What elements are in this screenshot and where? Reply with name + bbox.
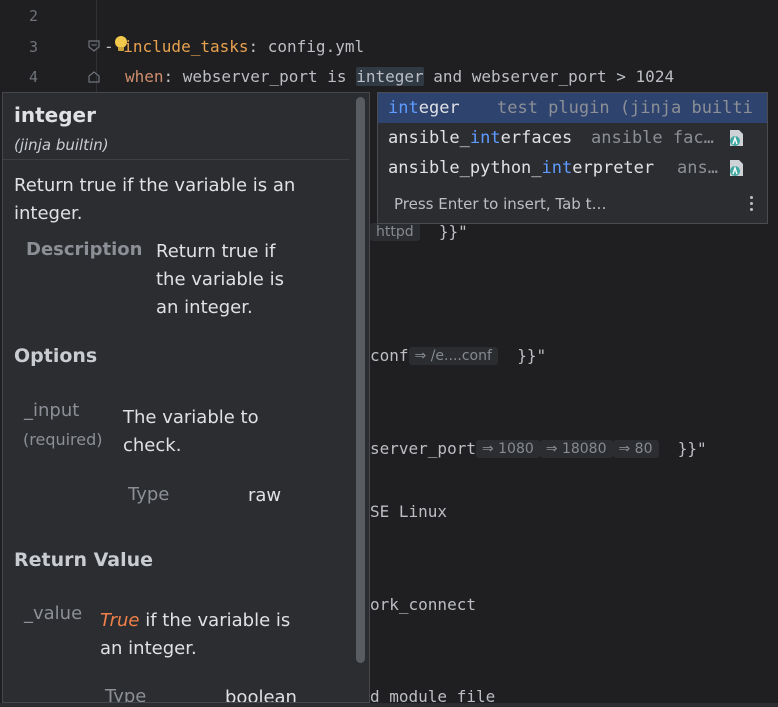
yaml-key: include_tasks [123,37,249,56]
yaml-colon: : [163,67,183,86]
return-description: an integer. [100,638,197,659]
return-heading: Return Value [14,549,154,571]
completion-item[interactable]: ansible_python_interpreter ans… [378,153,767,183]
option-description: The variable to [123,407,259,428]
line-number: 3 [28,38,38,56]
ansible-icon [730,130,743,146]
fold-end-icon[interactable] [88,71,100,83]
inlay-hint: ⇒ 18080 [539,440,613,458]
inlay-hint: ⇒ 1080 [475,440,540,458]
description-text: an integer. [156,297,253,318]
doc-scrollbar[interactable] [356,97,365,663]
option-required: (required) [23,430,103,449]
completion-popup[interactable]: integer test plugin (jinja builti ansibl… [377,92,768,224]
doc-summary: integer. [14,203,83,224]
code-text: }}" [438,222,468,241]
doc-summary: Return true if the variable is an [14,175,296,196]
option-description: check. [123,435,182,456]
code-line-3: - include_tasks: config.yml [104,37,364,57]
completion-item-name: ansible_python_interpreter [388,158,655,178]
option-name: _input [24,400,80,421]
description-label: Description [26,239,143,260]
code-text: }}" [677,439,707,458]
line-number: 2 [28,7,38,25]
code-text: and webserver_port > 1024 [423,67,675,86]
completion-item-type: ans… [677,158,718,178]
description-text: Return true if [156,241,276,262]
return-text: if the variable is [139,610,291,631]
type-label: Type [128,484,170,505]
description-text: the variable is [156,269,284,290]
code-text: server_port [370,439,476,458]
completion-footer: Press Enter to insert, Tab t… [394,195,607,213]
doc-subtitle: (jinja builtin) [14,136,109,154]
true-literal: True [100,610,140,631]
ansible-icon [730,160,743,176]
code-text: webserver_port is [182,67,357,86]
code-fragment: conf ⇒ /e....conf }}" [370,346,546,366]
completion-item[interactable]: integer test plugin (jinja builti [378,93,767,123]
doc-title: integer [14,103,96,127]
completion-item[interactable]: ansible_interfaces ansible fac… [378,123,767,153]
fold-marker-icon[interactable] [88,40,100,52]
code-line-4: when: webserver_port is integer and webs… [125,67,674,87]
yaml-colon: : [248,37,268,56]
completion-item-type: test plugin (jinja builti [497,98,753,118]
code-fragment: SE Linux [370,502,448,521]
return-description: True if the variable is [100,607,290,635]
inlay-hint: ⇒ /e....conf [408,347,498,365]
code-fragment: d module file [370,687,496,706]
code-text: }}" [517,346,547,365]
inlay-hint: ⇒ 80 [612,440,659,458]
yaml-dash: - [104,37,124,56]
code-fragment: server_port ⇒ 1080 ⇒ 18080 ⇒ 80 }}" [370,439,707,459]
return-type-value: boolean [225,687,297,703]
return-name: _value [24,603,83,624]
completion-item-type: ansible fac… [591,128,714,148]
more-options-icon[interactable] [748,194,754,214]
completion-item-name: ansible_interfaces [388,128,573,148]
code-fragment: ork_connect [370,595,476,614]
divider [3,159,349,160]
return-type-label: Type [105,686,147,703]
code-fragment: httpd }}" [370,222,468,242]
line-number: 4 [28,68,38,86]
highlighted-word: integer [356,67,424,86]
type-value: raw [248,485,282,506]
yaml-value: config.yml [267,37,365,56]
code-text: conf [370,346,409,365]
yaml-key: when [125,67,164,86]
completion-item-name: integer [388,98,460,118]
documentation-popup[interactable]: integer (jinja builtin) Return true if t… [2,92,370,703]
options-heading: Options [14,345,98,367]
inlay-hint: httpd [370,223,420,241]
